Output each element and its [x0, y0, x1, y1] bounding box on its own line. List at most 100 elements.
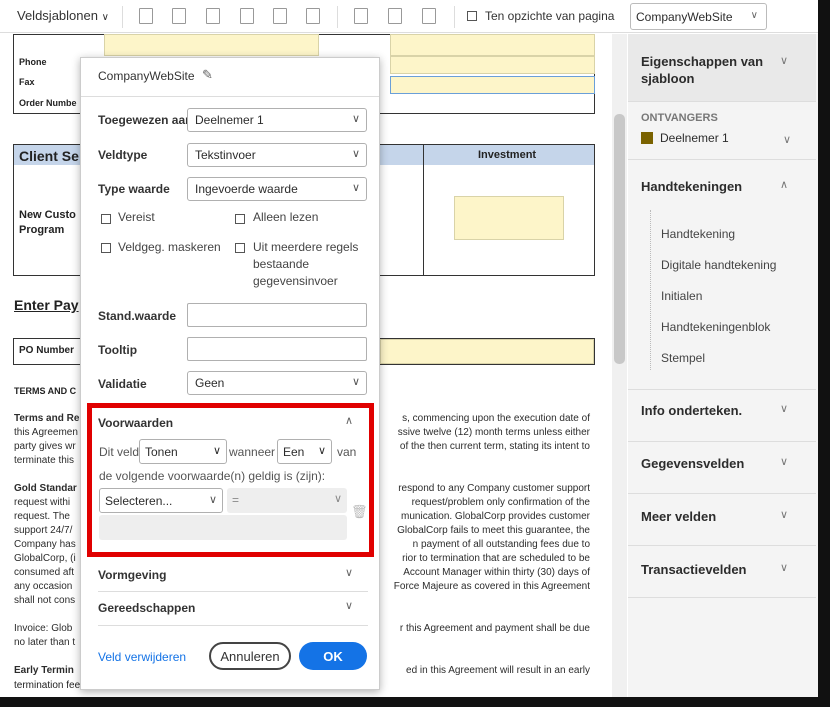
- signatures-section: Handtekeningen ∧ Handtekening Digitale h…: [628, 160, 816, 390]
- chevron-down-icon: ∨: [780, 403, 789, 415]
- toolbar: Veldsjablonen ∨ Ten opzichte van pagina …: [0, 0, 818, 33]
- properties-panel: Eigenschappen van sjabloon ∨ ONTVANGERS …: [628, 34, 818, 697]
- required-checkbox[interactable]: [101, 214, 111, 224]
- multiline-checkbox[interactable]: [235, 243, 245, 253]
- default-value-input[interactable]: [187, 303, 367, 327]
- transaction-fields-section[interactable]: Transactievelden ∨: [628, 546, 816, 598]
- chevron-down-icon: ∨: [780, 509, 789, 521]
- value-type-select[interactable]: Ingevoerde waarde ∨: [187, 177, 367, 201]
- form-field[interactable]: [390, 56, 595, 74]
- investment-field[interactable]: [454, 196, 564, 240]
- relative-to-page-label: Ten opzichte van pagina: [485, 9, 615, 23]
- default-value-label: Stand.waarde: [98, 309, 177, 323]
- form-field[interactable]: [390, 34, 595, 56]
- cancel-button[interactable]: Annuleren: [209, 642, 291, 670]
- signer-info-section[interactable]: Info onderteken. ∨: [628, 390, 816, 442]
- chevron-down-icon[interactable]: ∨: [345, 599, 353, 612]
- field-stamp[interactable]: Stempel: [661, 351, 705, 365]
- pencil-icon[interactable]: ✎: [202, 67, 213, 83]
- validation-select[interactable]: Geen ∨: [187, 371, 367, 395]
- document-scrollbar[interactable]: [612, 34, 627, 697]
- mask-label: Veldgeg. maskeren: [118, 240, 221, 254]
- type-value: Tekstinvoer: [195, 148, 256, 162]
- terms-heading: TERMS AND C: [14, 386, 77, 396]
- chevron-down-icon: ∨: [780, 456, 789, 468]
- divider: [650, 210, 651, 370]
- divider: [423, 144, 424, 276]
- appearance-section[interactable]: Vormgeving: [98, 568, 166, 582]
- type-label: Veldtype: [98, 148, 148, 162]
- section-title: Info onderteken.: [641, 403, 743, 418]
- field-signature[interactable]: Handtekening: [661, 227, 735, 241]
- readonly-checkbox[interactable]: [235, 214, 245, 224]
- section-title[interactable]: Handtekeningen: [641, 179, 742, 194]
- align-right-icon[interactable]: [306, 8, 320, 24]
- row-label: Fax: [19, 77, 35, 87]
- dialog-title: CompanyWebSite: [98, 69, 195, 83]
- field-signature-block[interactable]: Handtekeningenblok: [661, 320, 770, 334]
- chevron-down-icon: ∨: [351, 148, 360, 160]
- align-top-icon[interactable]: [139, 8, 153, 24]
- delete-field-link[interactable]: Veld verwijderen: [98, 650, 186, 664]
- tooltip-label: Tooltip: [98, 343, 138, 357]
- po-field[interactable]: [380, 339, 594, 364]
- chevron-down-icon: ∨: [101, 12, 109, 23]
- recipients-section: ONTVANGERS Deelnemer 1 ∨: [628, 102, 816, 160]
- field-properties-dialog: CompanyWebSite ✎ Toegewezen aan Deelneme…: [80, 57, 380, 690]
- chevron-down-icon: ∨: [780, 55, 789, 67]
- validation-label: Validatie: [98, 377, 147, 391]
- value-type-value: Ingevoerde waarde: [195, 182, 298, 196]
- assigned-select[interactable]: Deelnemer 1 ∨: [187, 108, 367, 132]
- more-fields-section[interactable]: Meer velden ∨: [628, 494, 816, 546]
- recipient-select[interactable]: CompanyWebSite ∨: [630, 3, 767, 30]
- relative-to-page-checkbox[interactable]: [467, 11, 477, 21]
- form-field[interactable]: [104, 34, 319, 56]
- align-middle-icon[interactable]: [172, 8, 186, 24]
- row-label: Order Numbe: [19, 98, 77, 108]
- field-templates-menu[interactable]: Veldsjablonen ∨: [17, 8, 109, 23]
- align-center-icon[interactable]: [273, 8, 287, 24]
- program-label: New Custo Program: [19, 209, 76, 236]
- ok-button[interactable]: OK: [299, 642, 367, 670]
- chevron-down-icon[interactable]: ∨: [783, 133, 791, 146]
- section-title: Meer velden: [641, 509, 717, 524]
- chevron-down-icon: ∨: [351, 113, 360, 125]
- readonly-label: Alleen lezen: [253, 210, 319, 224]
- po-label: PO Number: [19, 345, 75, 356]
- align-left-icon[interactable]: [240, 8, 254, 24]
- mask-checkbox[interactable]: [101, 243, 111, 253]
- template-properties-section[interactable]: Eigenschappen van sjabloon ∨: [628, 34, 816, 102]
- chevron-down-icon[interactable]: ∨: [345, 566, 353, 579]
- divider: [81, 96, 379, 97]
- field-initials[interactable]: Initialen: [661, 289, 702, 303]
- multiline-label: Uit meerdere regels bestaande gegevensin…: [253, 240, 359, 288]
- recipients-label: ONTVANGERS: [641, 112, 718, 124]
- tools-section[interactable]: Gereedschappen: [98, 601, 195, 615]
- value-type-label: Type waarde: [98, 182, 170, 196]
- scrollbar-thumb[interactable]: [614, 114, 625, 364]
- same-width-icon[interactable]: [388, 8, 402, 24]
- same-height-icon[interactable]: [354, 8, 368, 24]
- assigned-value: Deelnemer 1: [195, 113, 264, 127]
- recipient-name[interactable]: Deelnemer 1: [660, 131, 729, 145]
- align-bottom-icon[interactable]: [206, 8, 220, 24]
- chevron-down-icon: ∨: [780, 562, 789, 574]
- terms-left: Terms and Re this Agreemen party gives wr t…: [14, 413, 80, 676]
- data-fields-section[interactable]: Gegevensvelden ∨: [628, 442, 816, 494]
- section-title: Transactievelden: [641, 562, 747, 577]
- form-field[interactable]: [390, 76, 595, 94]
- tooltip-input[interactable]: [187, 337, 367, 361]
- field-templates-label: Veldsjablonen: [17, 8, 98, 23]
- field-digital-signature[interactable]: Digitale handtekening: [661, 258, 776, 272]
- field-type-select[interactable]: Tekstinvoer ∨: [187, 143, 367, 167]
- recipient-select-value: CompanyWebSite: [636, 10, 733, 24]
- row-label: Phone: [19, 57, 47, 67]
- divider: [454, 6, 455, 28]
- same-size-icon[interactable]: [422, 8, 436, 24]
- window-shadow: [0, 697, 830, 707]
- chevron-up-icon[interactable]: ∧: [780, 178, 788, 191]
- chevron-down-icon: ∨: [351, 182, 360, 194]
- client-header: Client Se: [19, 148, 79, 164]
- section-title: Gegevensvelden: [641, 456, 745, 471]
- terms-right: s, commencing upon the execution date of…: [393, 413, 590, 676]
